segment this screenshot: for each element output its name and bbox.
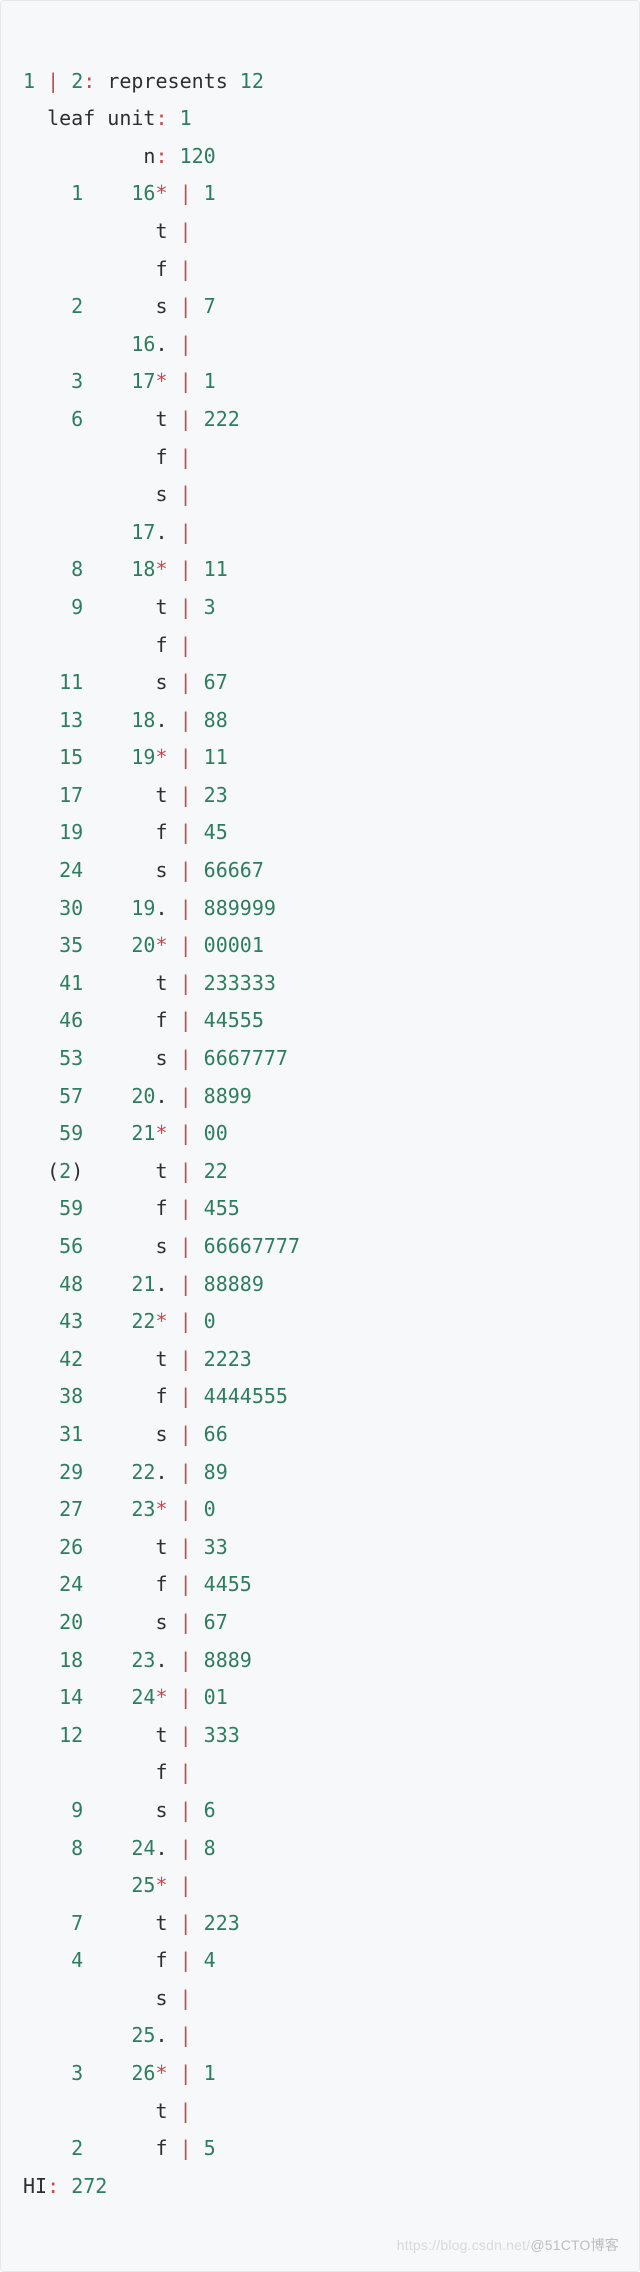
watermark-text: @51CTO博客	[530, 2237, 619, 2253]
hi-label: HI	[23, 2174, 47, 2198]
header-line-1: 1 | 2: represents 12	[23, 69, 264, 93]
leaf-unit-value: 1	[180, 106, 192, 130]
leaf-unit-label: leaf unit	[47, 106, 155, 130]
hi-value: 272	[71, 2174, 107, 2198]
stem-leaf-output: 1 | 2: represents 12 leaf unit: 1 n: 120…	[0, 0, 640, 2272]
stem-leaf-rows: 1 16* | 1 t | f | 2 s | 7 16. | 3 17* | …	[23, 181, 300, 2160]
num: 1	[23, 69, 35, 93]
num: 2	[71, 69, 83, 93]
word-represents: represents	[107, 69, 227, 93]
footer-line: HI: 272	[23, 2174, 107, 2198]
watermark-url: https://blog.csdn.net/	[397, 2237, 531, 2253]
header-line-2: leaf unit: 1	[23, 106, 192, 130]
bar-icon: |	[47, 69, 59, 93]
colon-icon: :	[83, 69, 95, 93]
n-label: n	[143, 144, 155, 168]
watermark: https://blog.csdn.net/@51CTO博客	[397, 2227, 619, 2265]
colon-icon: :	[155, 106, 167, 130]
colon-icon: :	[47, 2174, 59, 2198]
colon-icon: :	[155, 144, 167, 168]
n-value: 120	[180, 144, 216, 168]
header-line-3: n: 120	[23, 144, 216, 168]
num: 12	[240, 69, 264, 93]
